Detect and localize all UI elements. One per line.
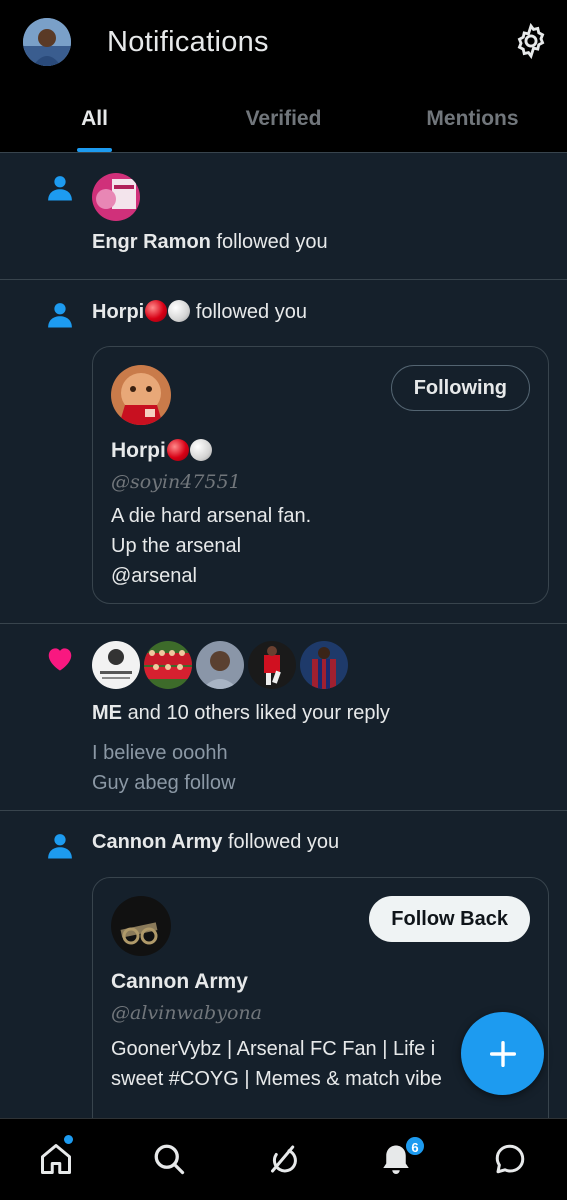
following-button[interactable]: Following xyxy=(390,365,530,411)
notification-item[interactable]: Engr Ramon followed you xyxy=(0,153,567,280)
home-icon[interactable] xyxy=(38,1141,74,1177)
profile-card[interactable]: Follow Back Cannon Army @alvinwabyona Go… xyxy=(92,877,549,1139)
page-title: Notifications xyxy=(107,26,269,58)
user-avatar[interactable] xyxy=(92,641,140,689)
person-icon xyxy=(48,176,72,201)
notifications-feed: Engr Ramon followed you Horpi followed y… xyxy=(0,153,567,1141)
search-icon[interactable] xyxy=(151,1141,187,1177)
notification-action: followed you xyxy=(216,231,328,253)
notification-action: followed you xyxy=(227,831,340,853)
card-handle[interactable]: @alvinwabyona xyxy=(111,1002,262,1024)
notification-tabs: All Verified Mentions xyxy=(0,92,567,152)
top-bar: Notifications All Verified Mentions xyxy=(0,0,567,153)
notification-item[interactable]: Horpi followed you Following Horpi @soyi… xyxy=(0,280,567,624)
card-name-text: Horpi xyxy=(111,439,166,462)
notification-item[interactable]: Cannon Army followed you Follow Back Can… xyxy=(0,811,567,1141)
card-handle[interactable]: @soyin47551 xyxy=(111,471,241,493)
tab-verified-label: Verified xyxy=(245,107,322,130)
notification-user: Horpi xyxy=(92,301,145,323)
follow-back-button[interactable]: Follow Back xyxy=(369,896,530,942)
notification-user: ME xyxy=(92,702,122,724)
grok-icon[interactable] xyxy=(265,1141,301,1177)
notification-action: followed you xyxy=(195,301,307,323)
reply-text: I believe ooohh Guy abeg follow xyxy=(92,742,236,794)
notification-text: ME and 10 others liked your reply xyxy=(92,702,390,725)
tab-mentions-label: Mentions xyxy=(426,107,519,130)
active-tab-indicator xyxy=(77,148,112,152)
user-avatar[interactable] xyxy=(144,641,192,689)
notification-item[interactable]: ME and 10 others liked your reply I beli… xyxy=(0,624,567,811)
tab-all-label: All xyxy=(81,107,108,130)
notification-text: Horpi followed you xyxy=(92,300,307,324)
card-name: Cannon Army xyxy=(111,970,248,993)
user-avatar[interactable] xyxy=(92,173,140,221)
red-ball-emoji xyxy=(145,300,168,322)
bottom-navigation xyxy=(0,1118,567,1200)
user-avatar[interactable] xyxy=(196,641,244,689)
notification-user: Cannon Army xyxy=(92,831,223,853)
card-name: Horpi xyxy=(111,439,212,463)
plus-icon xyxy=(489,1040,516,1067)
notification-user: Engr Ramon xyxy=(92,231,211,253)
notification-count-badge: 6 xyxy=(404,1135,426,1157)
settings-gear-icon[interactable] xyxy=(512,22,550,60)
notification-action: and 10 others liked your reply xyxy=(127,702,390,724)
user-avatar[interactable] xyxy=(300,641,348,689)
compose-button[interactable] xyxy=(461,1012,544,1095)
profile-card[interactable]: Following Horpi @soyin47551 A die hard a… xyxy=(92,346,549,604)
tab-mentions[interactable]: Mentions xyxy=(378,92,567,152)
red-ball-emoji xyxy=(166,439,189,461)
white-ball-emoji xyxy=(168,300,191,322)
notification-text: Cannon Army followed you xyxy=(92,831,339,854)
tab-all[interactable]: All xyxy=(0,92,189,152)
card-bio: A die hard arsenal fan. Up the arsenal @… xyxy=(111,505,312,587)
user-avatar[interactable] xyxy=(248,641,296,689)
card-avatar[interactable] xyxy=(111,365,171,425)
home-new-dot xyxy=(64,1135,73,1144)
notification-text: Engr Ramon followed you xyxy=(92,231,328,254)
messages-icon[interactable] xyxy=(492,1141,528,1177)
heart-icon xyxy=(48,648,72,671)
card-avatar[interactable] xyxy=(111,896,171,956)
tab-verified[interactable]: Verified xyxy=(189,92,378,152)
person-icon xyxy=(48,303,72,328)
white-ball-emoji xyxy=(189,439,212,461)
profile-avatar[interactable] xyxy=(23,18,71,66)
person-icon xyxy=(48,834,72,859)
